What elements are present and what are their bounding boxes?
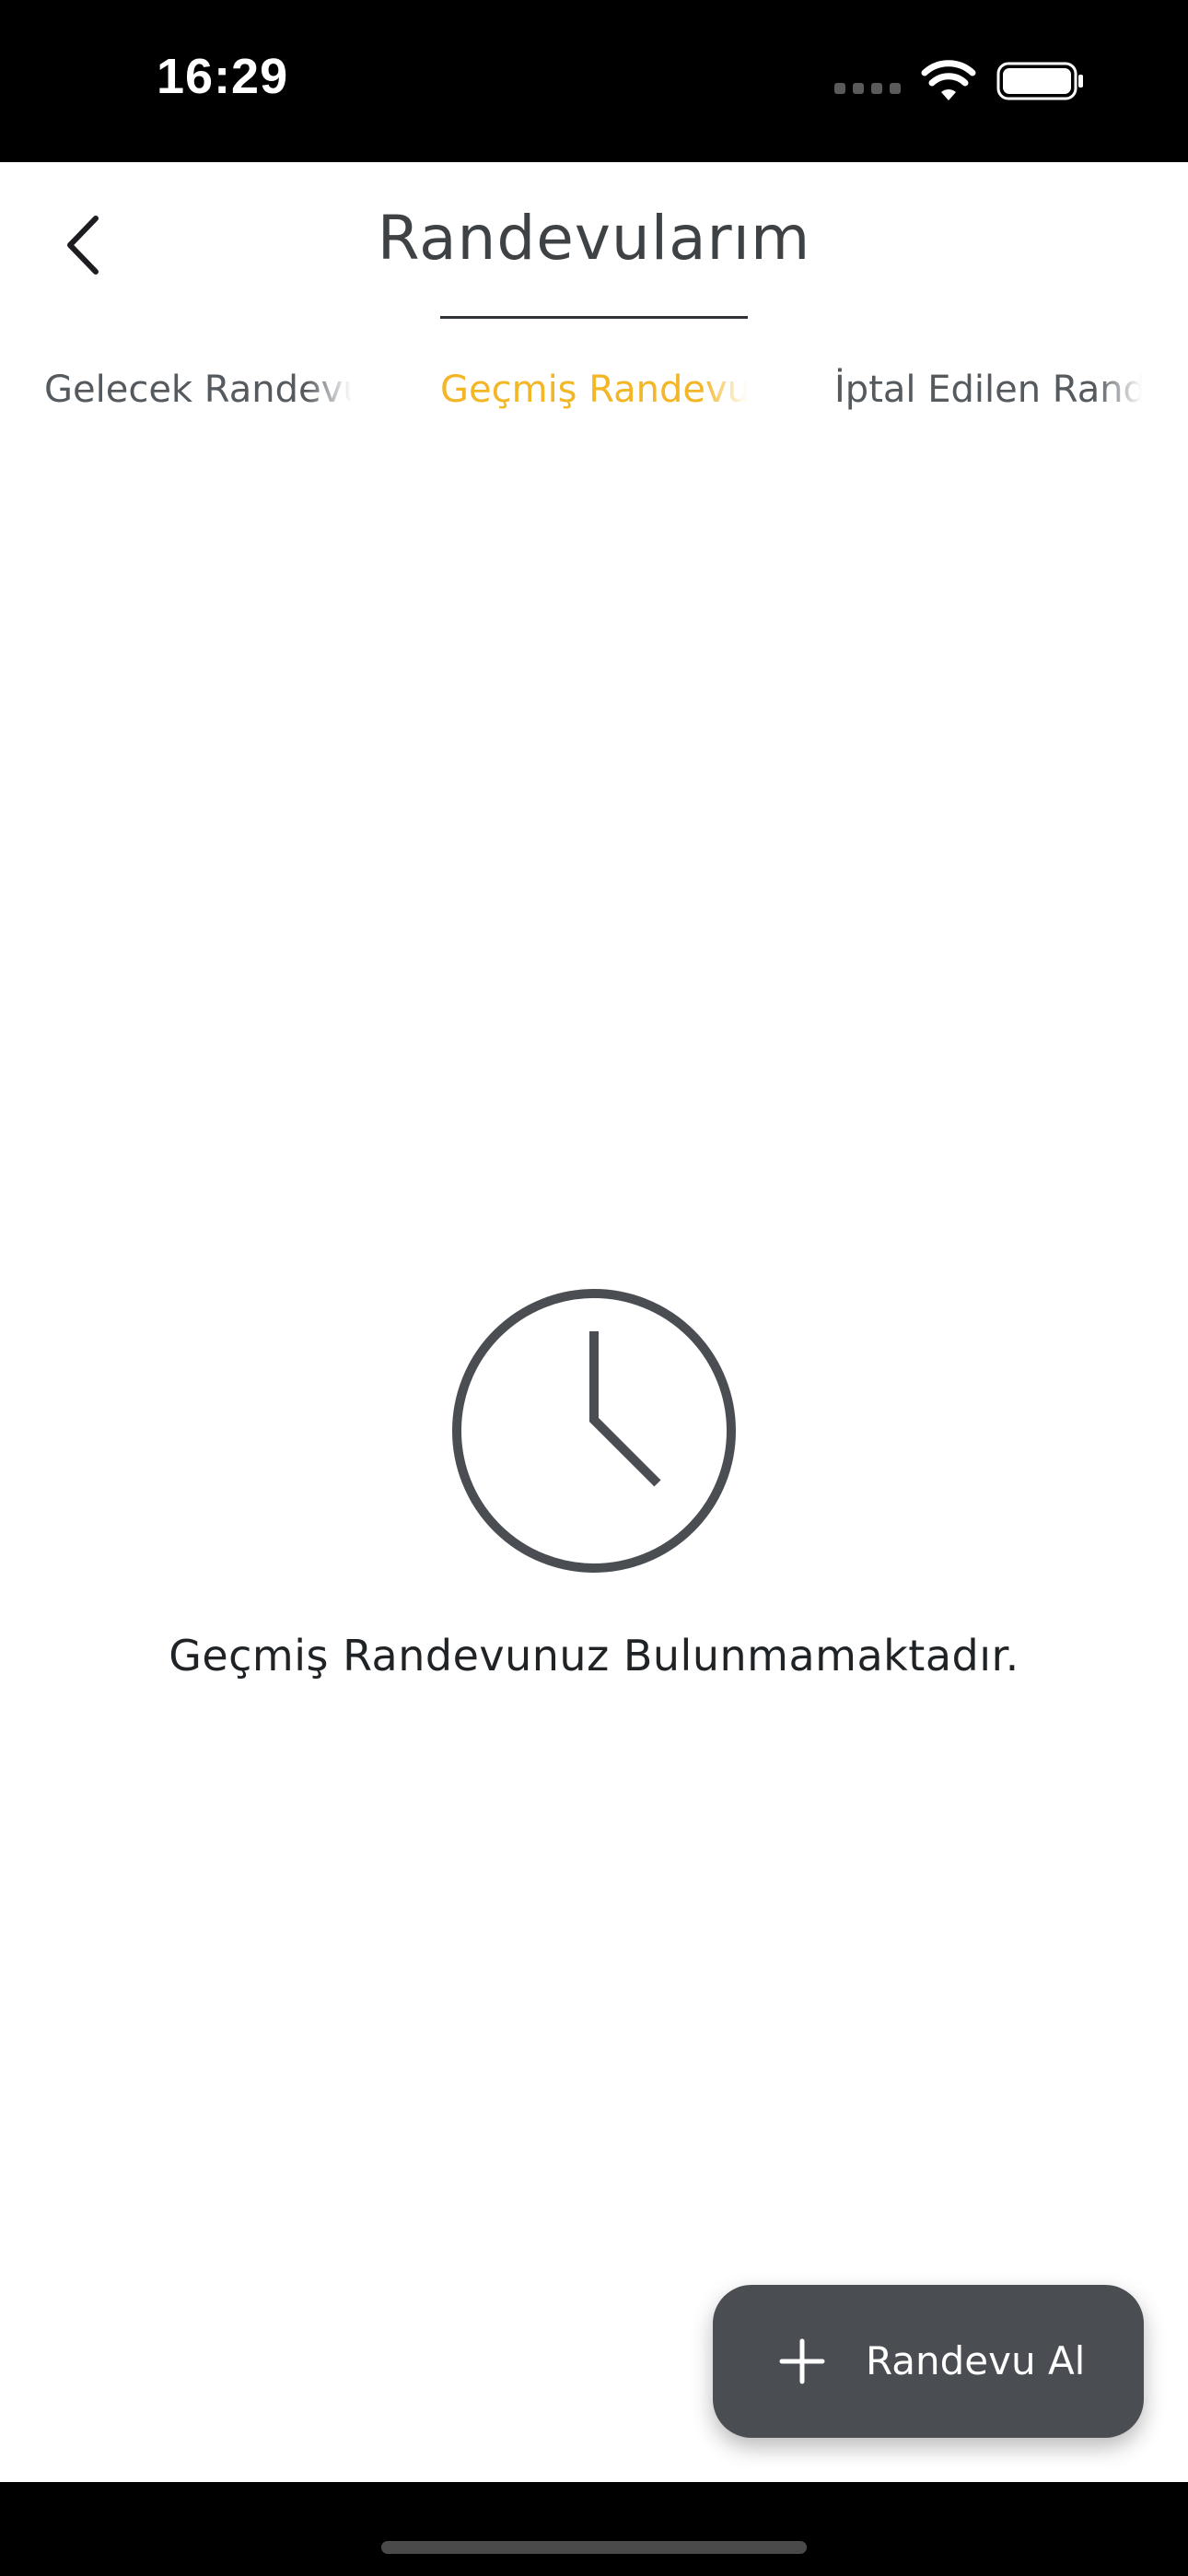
appointments-screen: 16:29 Randevularım Gelecek Randev Geçmiş… [0, 0, 1188, 2576]
home-indicator[interactable] [381, 2541, 807, 2554]
status-icons [834, 55, 1085, 107]
status-time: 16:29 [157, 49, 289, 104]
home-indicator-area [0, 2482, 1188, 2576]
status-bar: 16:29 [0, 0, 1188, 162]
tab-past-appointments[interactable]: Geçmiş Randevular [440, 357, 748, 422]
cellular-signal-icon [834, 83, 901, 94]
clock-icon [452, 1289, 736, 1573]
wifi-icon [921, 60, 976, 100]
book-appointment-button[interactable]: Randevu Al [713, 2285, 1144, 2438]
header: Randevularım [0, 162, 1188, 328]
tab-cancelled-appointments[interactable]: İptal Edilen Randevular [834, 357, 1142, 422]
tab-bar: Gelecek Randevular Geçmiş Randevular İpt… [0, 350, 1188, 442]
tab-upcoming-appointments[interactable]: Gelecek Randevular [44, 357, 352, 422]
battery-icon [996, 62, 1083, 100]
tab-active-indicator [440, 316, 748, 319]
empty-state-message: Geçmiş Randevunuz Bulunmamaktadır. [169, 1631, 1019, 1680]
page-title: Randevularım [377, 203, 811, 274]
plus-icon [779, 2338, 825, 2384]
book-appointment-label: Randevu Al [866, 2338, 1086, 2383]
